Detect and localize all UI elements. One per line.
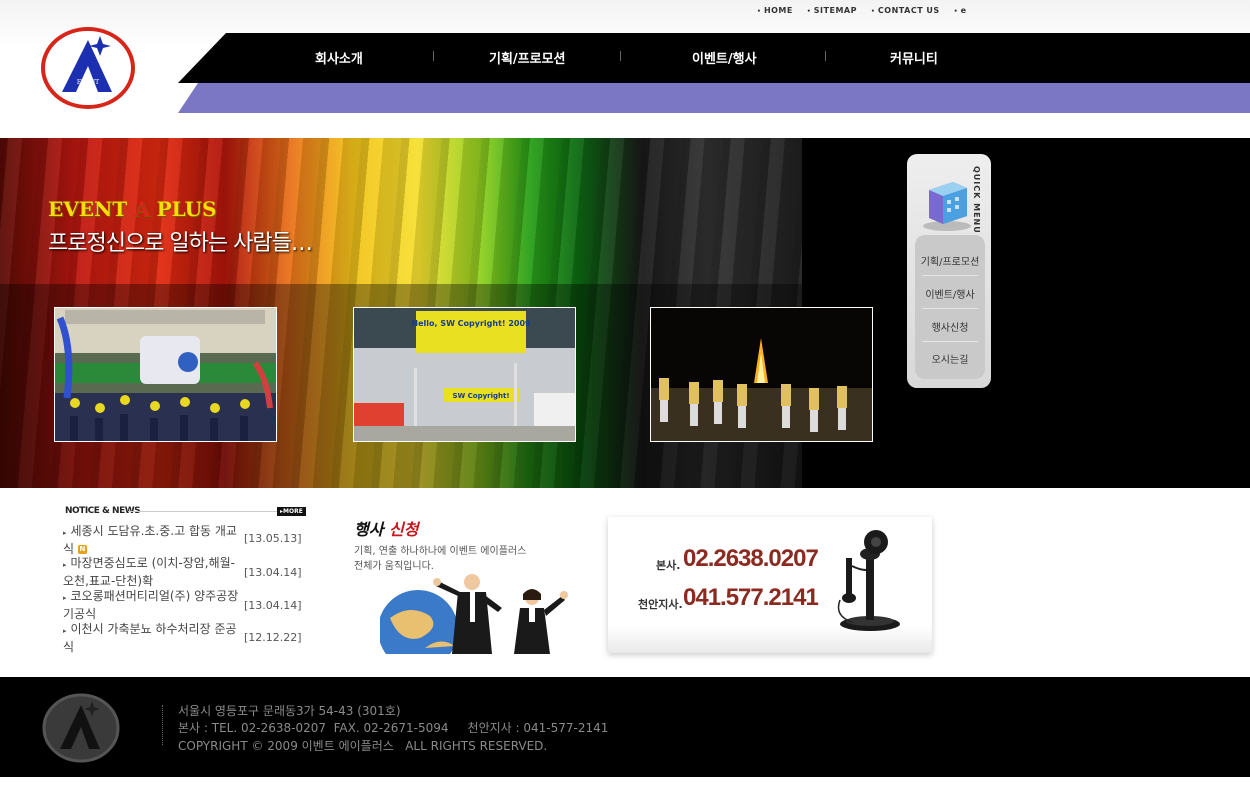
logo-text: EVENT [77,79,99,86]
brand-plus: PLUS [156,197,217,221]
notice-item-title: 세종시 도담유.초.중.고 합동 개교식 [63,524,237,556]
exhibition-sign-text: Hello, SW Copyright! 2009 [411,319,531,328]
contact-us-link[interactable]: CONTACT US [871,6,940,15]
bullet-icon: ▸ [63,594,67,602]
exhibition-banner-text: SW Copyright! [452,392,509,400]
hq-label: 본사. [656,559,681,572]
hero-section: EVENT A PLUS 프로정신으로 일하는 사람들… Hello, SW C… [0,138,1250,488]
event-photo-sports[interactable] [54,307,277,442]
nav-events[interactable]: 이벤트/행사 [692,48,757,67]
home-link[interactable]: HOME [757,6,793,15]
quick-divider [922,308,978,309]
notice-item-3[interactable]: ▸ 코오롱패션머티리얼(주) 양주공장 기공식 [63,588,243,622]
nav-separator [825,51,826,61]
notice-item-4[interactable]: ▸ 이천시 가축분뇨 하수처리장 준공식 [63,621,243,655]
event-title-black: 행사 [354,520,384,539]
event-desc-line: 기획, 연출 하나하나에 이벤트 에이플러스 [354,546,527,557]
more-label: MORE [283,508,303,515]
nav-planning-promotion[interactable]: 기획/프로모션 [489,48,566,67]
footer-contact: 본사 : TEL. 02-2638-0207 FAX. 02-2671-5094… [178,721,609,735]
branch-phone-number: 041.577.2141 [683,584,819,611]
footer-logo [42,693,120,763]
event-application-title[interactable]: 행사 신청 [354,516,418,540]
sub-nav-bar [178,83,1250,113]
notice-item-title: 코오롱패션머티리얼(주) 양주공장 기공식 [63,589,239,621]
nav-separator [620,51,621,61]
branch-label: 천안지사. [638,598,683,611]
hq-phone-number: 02.2638.0207 [683,545,819,572]
quick-event-application[interactable]: 행사신청 [915,319,985,334]
notice-item-date: [12.12.22] [244,631,302,644]
sitemap-link[interactable]: SITEMAP [807,6,857,15]
business-people-image[interactable] [380,568,570,654]
hero-tagline: 프로정신으로 일하는 사람들… [48,231,313,256]
quick-planning-promotion[interactable]: 기획/프로모션 [915,253,985,268]
quick-events[interactable]: 이벤트/행사 [915,286,985,301]
site-logo[interactable]: EVENT [40,26,136,110]
notice-item-date: [13.05.13] [244,532,302,545]
bullet-icon: ▸ [63,627,67,635]
ie-icon[interactable]: e [954,6,967,15]
footer-address: 서울시 영등포구 문래동3가 54-43 (301호) [178,704,401,718]
quick-divider [922,341,978,342]
hero-brand: EVENT A PLUS [48,197,217,221]
utility-nav: HOME SITEMAP CONTACT US e [757,6,967,15]
notice-item-2[interactable]: ▸ 마장면중심도로 (이치-장암,해월-오천,표교-단천)확 [63,555,243,589]
nav-community[interactable]: 커뮤니티 [890,48,938,67]
brand-event: EVENT [48,197,128,221]
footer-divider [162,705,163,745]
notice-item-1[interactable]: ▸ 세종시 도담유.초.중.고 합동 개교식 N [63,523,243,557]
telephone-icon [837,530,900,631]
notice-more-button[interactable]: ▸MORE [277,507,306,516]
bullet-icon: ▸ [63,561,67,569]
brand-a: A [134,197,150,221]
notice-divider [128,511,278,512]
nav-company[interactable]: 회사소개 [315,48,363,67]
bullet-icon: ▸ [63,529,67,537]
new-badge: N [77,545,87,554]
event-title-red: 신청 [389,520,419,539]
notice-item-date: [13.04.14] [244,566,302,579]
notice-item-date: [13.04.14] [244,599,302,612]
nav-separator [433,51,434,61]
notice-item-title: 이천시 가축분뇨 하수처리장 준공식 [63,622,237,654]
footer-copyright: COPYRIGHT © 2009 이벤트 에이플러스 ALL RIGHTS RE… [178,739,548,753]
event-photo-exhibition[interactable]: Hello, SW Copyright! 2009 SW Copyright! [353,307,576,442]
quick-directions[interactable]: 오시는길 [915,351,985,366]
quick-divider [922,275,978,276]
event-photo-bonfire[interactable] [650,307,873,442]
notice-item-title: 마장면중심도로 (이치-장암,해월-오천,표교-단천)확 [63,556,236,588]
quick-menu-title: QUICK MENU [972,166,981,234]
